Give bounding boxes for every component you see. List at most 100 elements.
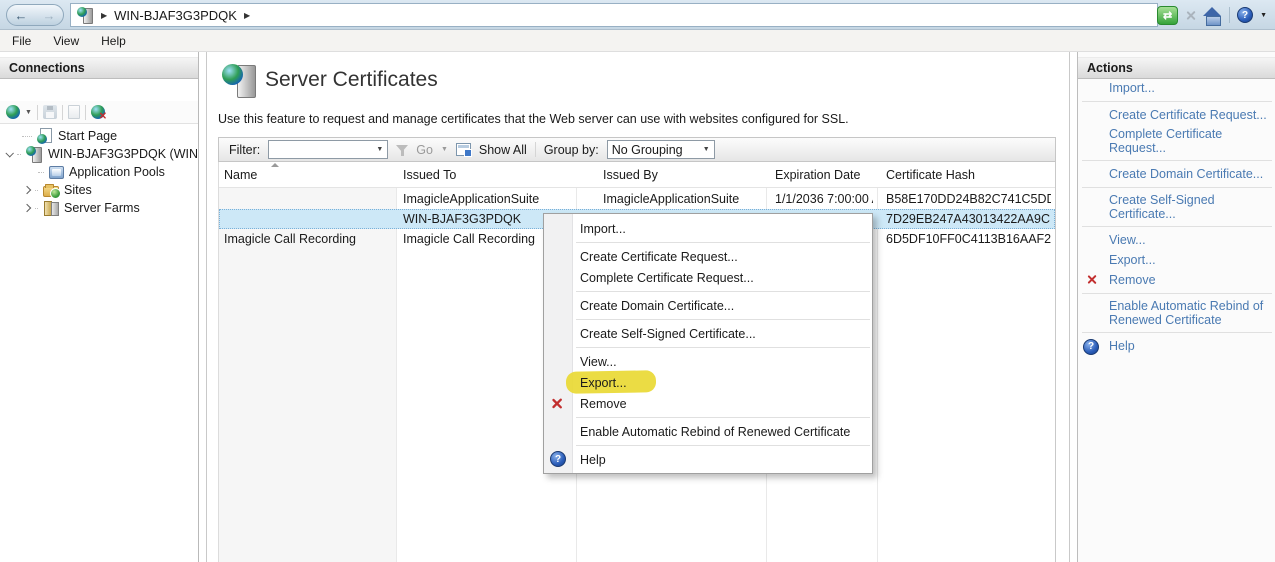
chevron-right-icon[interactable] (23, 204, 31, 212)
menu-item-help[interactable]: ? Help (544, 449, 872, 470)
action-remove[interactable]: Remove (1078, 270, 1275, 290)
menu-help[interactable]: Help (101, 34, 126, 48)
actions-divider (1082, 332, 1272, 333)
cell-issued-to: ImagicleApplicationSuite (403, 192, 571, 206)
tree-guide (17, 154, 21, 155)
tree-item-label: WIN-BJAF3G3PDQK (WIN-BJA (48, 147, 197, 161)
create-connection-icon[interactable] (6, 105, 20, 119)
tree-item-label: Sites (64, 183, 92, 197)
toolbar-divider (1229, 7, 1230, 23)
action-view[interactable]: View... (1078, 230, 1275, 250)
cell-hash: 6D5DF10FF0C4113B16AAF268... (886, 232, 1051, 246)
breadcrumb-arrow-icon[interactable]: ▶ (244, 11, 250, 20)
column-header-name[interactable]: Name (224, 168, 257, 182)
actions-divider (1082, 226, 1272, 227)
forward-button[interactable]: → (43, 8, 56, 23)
menu-item-import[interactable]: Import... (544, 218, 872, 239)
menu-divider (576, 319, 870, 320)
help-dropdown-caret-icon[interactable]: ▼ (1260, 12, 1267, 19)
menu-item-create-certificate-request[interactable]: Create Certificate Request... (544, 246, 872, 267)
action-create-certificate-request[interactable]: Create Certificate Request... (1078, 105, 1275, 125)
group-by-select[interactable]: No Grouping ▼ (607, 140, 715, 159)
group-by-value: No Grouping (612, 143, 683, 157)
column-header-certificate-hash[interactable]: Certificate Hash (886, 168, 975, 182)
breadcrumb-server[interactable]: WIN-BJAF3G3PDQK (114, 8, 237, 23)
home-icon[interactable] (1203, 7, 1222, 24)
action-import[interactable]: Import... (1078, 78, 1275, 98)
action-create-self-signed-certificate[interactable]: Create Self-Signed Certificate... (1078, 191, 1275, 223)
toolbar-divider (37, 105, 38, 120)
menu-item-view[interactable]: View... (544, 351, 872, 372)
create-connection-caret-icon[interactable]: ▼ (25, 109, 32, 116)
tree-item-label: Start Page (58, 129, 117, 143)
menu-divider (576, 417, 870, 418)
delete-connection-icon[interactable] (91, 105, 105, 119)
action-label: Remove (1109, 273, 1156, 287)
actions-divider (1082, 293, 1272, 294)
stop-icon (1185, 10, 1196, 21)
menu-item-complete-certificate-request[interactable]: Complete Certificate Request... (544, 267, 872, 288)
connections-header: Connections (0, 57, 198, 79)
tree-item-server[interactable]: WIN-BJAF3G3PDQK (WIN-BJA (0, 145, 197, 163)
help-icon: ? (1083, 339, 1099, 355)
action-label: Enable Automatic Rebind of Renewed Certi… (1109, 299, 1264, 327)
chevron-right-icon[interactable] (23, 186, 31, 194)
chevron-down-icon[interactable]: ▼ (703, 146, 710, 153)
action-label: Export... (1109, 253, 1156, 267)
tree-item-sites[interactable]: Sites (0, 181, 197, 199)
help-icon[interactable]: ? (1237, 7, 1253, 23)
actions-list: Import... Create Certificate Request... … (1078, 78, 1275, 356)
chevron-down-icon[interactable] (5, 149, 13, 157)
server-farms-icon (43, 201, 59, 215)
table-row[interactable]: ImagicleApplicationSuite ImagicleApplica… (219, 189, 1055, 209)
action-export[interactable]: Export... (1078, 250, 1275, 270)
menu-item-label: Create Self-Signed Certificate... (580, 327, 756, 341)
action-complete-certificate-request[interactable]: Complete Certificate Request... (1078, 125, 1275, 157)
tree-guide (35, 190, 38, 191)
action-enable-automatic-rebind[interactable]: Enable Automatic Rebind of Renewed Certi… (1078, 297, 1268, 329)
action-label: Create Domain Certificate... (1109, 167, 1263, 181)
menu-item-label: Remove (580, 397, 627, 411)
context-menu: Import... Create Certificate Request... … (543, 213, 873, 474)
iis-manager-window: ← → ▶ WIN-BJAF3G3PDQK ▶ ⇄ ? ▼ File View … (0, 0, 1275, 562)
menu-item-remove[interactable]: Remove (544, 393, 872, 414)
tree-item-start-page[interactable]: Start Page (0, 127, 197, 145)
menu-view[interactable]: View (53, 34, 79, 48)
action-help[interactable]: ? Help (1078, 336, 1275, 356)
refresh-icon[interactable]: ⇄ (1157, 6, 1178, 25)
menu-file[interactable]: File (12, 34, 31, 48)
actions-divider (1082, 101, 1272, 102)
column-header-expiration-date[interactable]: Expiration Date (775, 168, 860, 182)
show-all-icon (456, 143, 471, 156)
menu-item-export[interactable]: Export... (544, 372, 872, 393)
show-all-button[interactable]: Show All (479, 143, 527, 157)
go-button[interactable]: Go (416, 143, 433, 157)
go-dropdown-caret-icon[interactable]: ▼ (441, 146, 448, 153)
panel-splitter[interactable] (206, 52, 207, 562)
toolbar-divider (62, 105, 63, 120)
filter-input[interactable]: ▼ (268, 140, 388, 159)
action-label: View... (1109, 233, 1146, 247)
tree-item-application-pools[interactable]: Application Pools (0, 163, 197, 181)
column-header-issued-by[interactable]: Issued By (603, 168, 658, 182)
chevron-down-icon[interactable]: ▼ (376, 146, 383, 153)
menu-divider (576, 291, 870, 292)
menu-item-enable-automatic-rebind[interactable]: Enable Automatic Rebind of Renewed Certi… (544, 421, 872, 442)
column-header-issued-to[interactable]: Issued To (403, 168, 456, 182)
nav-buttons: ← → (6, 4, 64, 26)
menu-item-label: View... (580, 355, 617, 369)
menu-item-create-self-signed-certificate[interactable]: Create Self-Signed Certificate... (544, 323, 872, 344)
help-icon: ? (550, 451, 566, 467)
cell-name: Imagicle Call Recording (224, 232, 392, 246)
connections-tree: Start Page WIN-BJAF3G3PDQK (WIN-BJA Appl… (0, 127, 197, 217)
breadcrumb-bar[interactable]: ▶ WIN-BJAF3G3PDQK ▶ (70, 3, 1158, 27)
action-create-domain-certificate[interactable]: Create Domain Certificate... (1078, 164, 1275, 184)
back-button[interactable]: ← (15, 8, 28, 23)
filter-toolbar: Filter: ▼ Go ▼ Show All Group by: No Gro… (218, 137, 1056, 162)
filter-label: Filter: (229, 143, 260, 157)
breadcrumb-arrow-icon[interactable]: ▶ (101, 11, 107, 20)
menu-item-create-domain-certificate[interactable]: Create Domain Certificate... (544, 295, 872, 316)
panel-divider (1069, 52, 1070, 562)
menu-divider (576, 347, 870, 348)
tree-item-server-farms[interactable]: Server Farms (0, 199, 197, 217)
